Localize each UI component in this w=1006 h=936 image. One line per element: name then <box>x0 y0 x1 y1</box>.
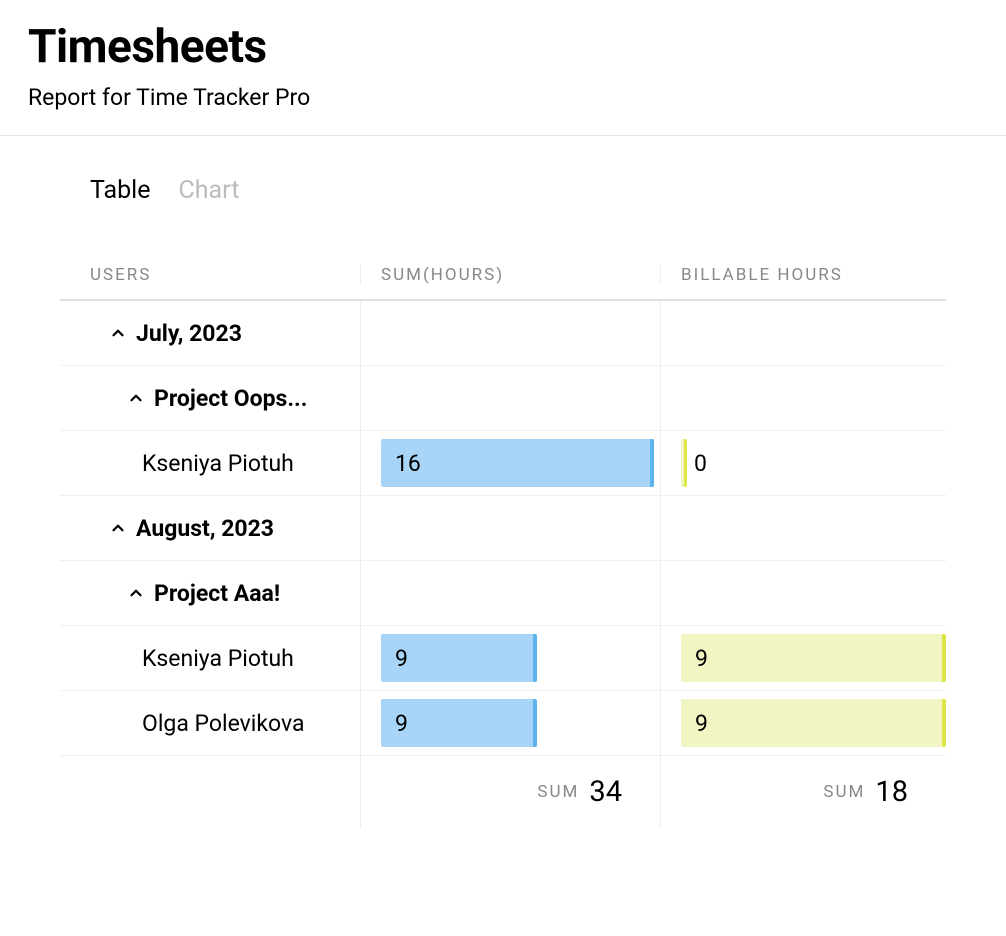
user-name: Kseniya Piotuh <box>90 645 360 672</box>
page-title: Timesheets <box>28 20 978 74</box>
group-row-month[interactable]: August, 2023 <box>60 496 946 561</box>
sum-hours-value: 9 <box>395 645 408 672</box>
table-row: Olga Polevikova 9 9 <box>60 691 946 756</box>
billable-hours-bar: 0 <box>681 439 946 487</box>
group-row-month[interactable]: July, 2023 <box>60 301 946 366</box>
group-label: Project Oops... <box>154 385 307 412</box>
user-name: Kseniya Piotuh <box>90 450 360 477</box>
group-row-project[interactable]: Project Oops... <box>60 366 946 431</box>
group-row-project[interactable]: Project Aaa! <box>60 561 946 626</box>
chevron-up-icon <box>126 583 146 603</box>
content-area: Table Chart USERS SUM(HOURS) BILLABLE HO… <box>0 136 1006 858</box>
chevron-up-icon <box>108 323 128 343</box>
table-header-row: USERS SUM(HOURS) BILLABLE HOURS <box>60 265 946 301</box>
group-label: Project Aaa! <box>154 580 280 607</box>
column-header-sum-hours[interactable]: SUM(HOURS) <box>381 265 504 285</box>
table-row: Kseniya Piotuh 9 9 <box>60 626 946 691</box>
billable-hours-bar: 9 <box>681 634 946 682</box>
tab-chart[interactable]: Chart <box>179 176 240 205</box>
sum-hours-bar: 16 <box>381 439 660 487</box>
billable-hours-value: 9 <box>695 645 708 672</box>
table-row: Kseniya Piotuh 16 0 <box>60 431 946 496</box>
view-tabs: Table Chart <box>60 176 946 205</box>
sum-hours-value: 16 <box>395 450 421 477</box>
sum-total-billable: 18 <box>875 775 908 809</box>
billable-hours-value: 9 <box>695 710 708 737</box>
totals-row: SUM 34 SUM 18 <box>60 756 946 828</box>
page-subtitle: Report for Time Tracker Pro <box>28 84 978 111</box>
billable-hours-value: 0 <box>694 450 707 477</box>
group-label: July, 2023 <box>136 320 242 347</box>
chevron-up-icon <box>108 518 128 538</box>
page-header: Timesheets Report for Time Tracker Pro <box>0 0 1006 136</box>
sum-total-hours: 34 <box>589 775 622 809</box>
sum-label: SUM <box>823 782 865 802</box>
user-name: Olga Polevikova <box>90 710 360 737</box>
sum-hours-bar: 9 <box>381 699 660 747</box>
tab-table[interactable]: Table <box>90 176 151 205</box>
column-header-billable-hours[interactable]: BILLABLE HOURS <box>681 265 843 285</box>
timesheet-table: USERS SUM(HOURS) BILLABLE HOURS July, 20… <box>60 265 946 828</box>
group-label: August, 2023 <box>136 515 274 542</box>
billable-hours-bar: 9 <box>681 699 946 747</box>
sum-hours-value: 9 <box>395 710 408 737</box>
column-header-users[interactable]: USERS <box>90 265 151 285</box>
sum-hours-bar: 9 <box>381 634 660 682</box>
chevron-up-icon <box>126 388 146 408</box>
sum-label: SUM <box>537 782 579 802</box>
